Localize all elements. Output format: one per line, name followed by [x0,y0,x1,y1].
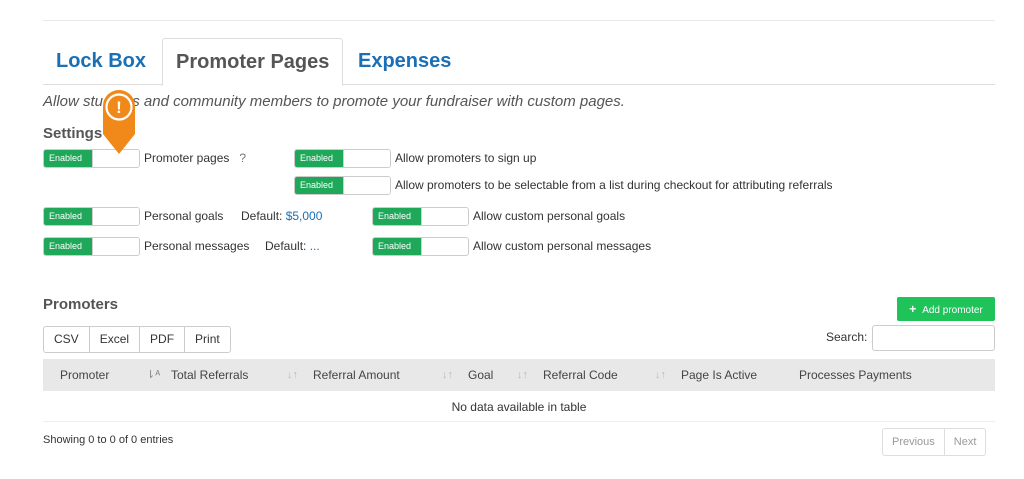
personal-messages-default-link[interactable]: ... [310,239,320,253]
table-empty-message: No data available in table [43,392,995,422]
promoter-pages-text: Promoter pages [144,151,230,165]
allow-selectable-toggle[interactable]: Enabled [294,176,391,195]
default-label: Default: [265,239,307,253]
table-info: Showing 0 to 0 of 0 entries [43,434,174,446]
column-goal[interactable]: Goal [468,359,493,391]
personal-messages-default: Default: ... [265,237,320,256]
promoter-pages-label: Promoter pages ? [144,149,246,168]
search-input[interactable] [872,325,995,351]
personal-goals-default: Default: $5,000 [241,207,322,226]
personal-messages-label: Personal messages [144,239,250,253]
csv-button[interactable]: CSV [43,326,90,353]
column-referral-code[interactable]: Referral Code [543,359,618,391]
top-divider [43,20,995,21]
toggle-on-label: Enabled [44,238,92,255]
allow-selectable-label: Allow promoters to be selectable from a … [395,178,833,192]
toggle-on-label: Enabled [373,238,421,255]
sort-desc-icon[interactable]: ⇂ᴬ [146,359,160,391]
personal-messages-toggle[interactable]: Enabled [43,237,140,256]
toggle-on-label: Enabled [44,208,92,225]
column-total-referrals[interactable]: Total Referrals [171,359,248,391]
toggle-knob [92,208,139,225]
allow-custom-messages-label: Allow custom personal messages [473,239,652,253]
previous-button[interactable]: Previous [882,428,945,456]
personal-goals-default-link[interactable]: $5,000 [286,209,323,223]
allow-custom-goals-toggle[interactable]: Enabled [372,207,469,226]
tab-lock-box[interactable]: Lock Box [43,38,159,85]
personal-goals-label: Personal goals [144,209,224,223]
sort-icon[interactable]: ↓↑ [517,359,528,391]
pagination: Previous Next [882,428,987,456]
toggle-on-label: Enabled [44,150,92,167]
toggle-knob [343,177,390,194]
allow-custom-goals-label: Allow custom personal goals [473,209,626,223]
column-processes-payments[interactable]: Processes Payments [799,359,912,391]
toggle-on-label: Enabled [295,150,343,167]
toggle-on-label: Enabled [373,208,421,225]
tab-bar: Lock Box Promoter Pages Expenses [43,38,995,86]
table-header: Promoter ⇂ᴬ Total Referrals ↓↑ Referral … [43,359,995,391]
print-button[interactable]: Print [184,326,231,353]
toggle-knob [92,238,139,255]
promoters-title: Promoters [43,296,119,313]
settings-title: Settings [43,125,103,142]
column-page-is-active[interactable]: Page Is Active [681,359,757,391]
add-promoter-label: Add promoter [922,305,983,316]
sort-icon[interactable]: ↓↑ [655,359,666,391]
allow-signup-toggle[interactable]: Enabled [294,149,391,168]
toggle-knob [421,238,468,255]
plus-icon: + [909,302,917,316]
alert-glyph: ! [116,98,122,117]
excel-button[interactable]: Excel [88,326,141,353]
add-promoter-button[interactable]: + Add promoter [897,297,995,321]
sort-icon[interactable]: ↓↑ [442,359,453,391]
search-label: Search: [826,330,868,344]
alert-pin-icon[interactable]: ! [100,88,138,160]
pdf-button[interactable]: PDF [139,326,186,353]
toggle-knob [421,208,468,225]
sort-icon[interactable]: ↓↑ [287,359,298,391]
toggle-on-label: Enabled [295,177,343,194]
toggle-knob [343,150,390,167]
column-referral-amount[interactable]: Referral Amount [313,359,400,391]
column-promoter[interactable]: Promoter [60,359,109,391]
allow-custom-messages-toggle[interactable]: Enabled [372,237,469,256]
personal-goals-toggle[interactable]: Enabled [43,207,140,226]
export-buttons: CSV Excel PDF Print [43,326,231,353]
next-button[interactable]: Next [943,428,987,456]
allow-signup-label: Allow promoters to sign up [395,151,537,165]
default-label: Default: [241,209,283,223]
tab-promoter-pages[interactable]: Promoter Pages [162,38,344,86]
help-icon[interactable]: ? [239,151,246,165]
tab-expenses[interactable]: Expenses [345,38,464,85]
